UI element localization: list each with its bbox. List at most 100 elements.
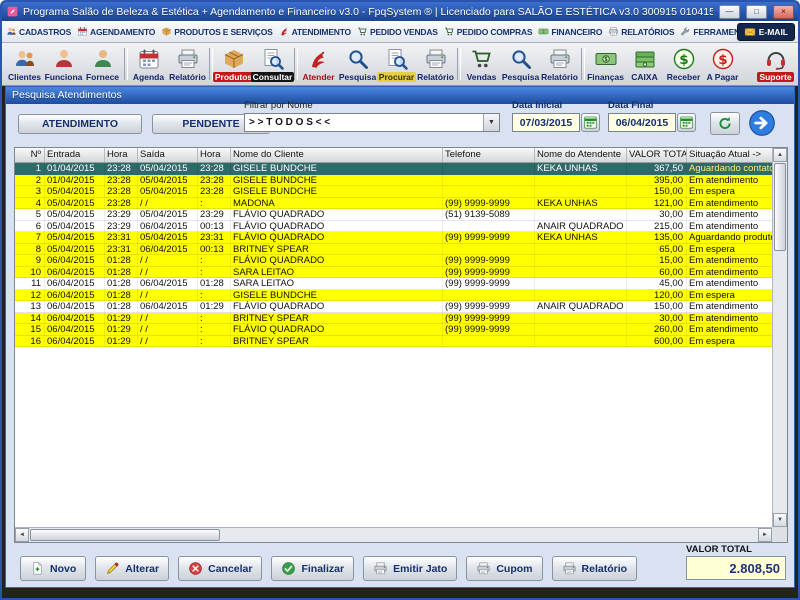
grid-row[interactable]: 1 01/04/2015 23:28 05/04/2015 23:28 GISE… [15, 163, 772, 175]
grid-row[interactable]: 4 05/04/2015 23:28 / / : MADONA (99) 999… [15, 198, 772, 210]
toolbar-button[interactable]: $ A Pagar [703, 44, 742, 84]
toolbar-button[interactable]: Vendas [462, 44, 501, 84]
toolbar-button[interactable]: Agenda [129, 44, 168, 84]
menu-item[interactable]: ATENDIMENTO [278, 25, 352, 38]
footer-button[interactable]: Cancelar [178, 556, 262, 581]
grid-row[interactable]: 10 06/04/2015 01:28 / / : SARA LEITAO (9… [15, 267, 772, 279]
menu-item[interactable]: RELATÓRIOS [607, 25, 675, 38]
toolbar-button-label: Pesquisa [337, 72, 378, 82]
cell-cliente: GISELE BUNDCHE [231, 175, 443, 187]
scroll-left-button[interactable] [15, 528, 29, 542]
toolbar-button-suporte[interactable]: Suporte [756, 44, 795, 84]
toolbar-button[interactable]: Fornece [83, 44, 122, 84]
search-go-button[interactable] [748, 109, 776, 137]
menu-item-email[interactable]: E-MAIL [737, 23, 795, 41]
menu-item[interactable]: PRODUTOS E SERVIÇOS [160, 25, 273, 38]
toolbar-button[interactable]: Finanças [586, 44, 625, 84]
column-header[interactable]: Hora [198, 148, 231, 162]
toolbar-button[interactable]: Relatório [168, 44, 207, 84]
footer-button[interactable]: Cupom [466, 556, 542, 581]
menu-item[interactable]: FINANCEIRO [537, 25, 603, 38]
toolbar-button[interactable]: Consultar [253, 44, 292, 84]
horizontal-scroll-thumb[interactable] [30, 529, 220, 541]
toolbar-button[interactable]: Pesquisa [501, 44, 540, 84]
toolbar-button-label: Fornece [84, 72, 121, 82]
scroll-up-button[interactable] [773, 148, 787, 162]
grid-row[interactable]: 7 05/04/2015 23:31 05/04/2015 23:31 FLÁV… [15, 232, 772, 244]
cell-saida: 05/04/2015 [138, 175, 198, 187]
toolbar-button[interactable]: Relatório [416, 44, 455, 84]
toolbar-button[interactable]: Relatório [540, 44, 579, 84]
menu-item[interactable]: FERRAMENTAS [679, 25, 736, 38]
column-header[interactable]: Nome do Atendente [535, 148, 627, 162]
toolbar-button-icon [137, 47, 161, 71]
cell-atendente [535, 267, 627, 279]
grid-row[interactable]: 11 06/04/2015 01:28 06/04/2015 01:28 SAR… [15, 278, 772, 290]
grid-row[interactable]: 3 05/04/2015 23:28 05/04/2015 23:28 GISE… [15, 186, 772, 198]
menu-item[interactable]: CADASTROS [5, 25, 72, 38]
toolbar-button[interactable]: Procurar [377, 44, 416, 84]
grid-row[interactable]: 14 06/04/2015 01:29 / / : BRITNEY SPEAR … [15, 313, 772, 325]
toolbar-button[interactable]: Produtos [214, 44, 253, 84]
cell-num: 4 [15, 198, 45, 210]
date-start-input[interactable]: 07/03/2015 [512, 113, 580, 132]
tab-buttons: ATENDIMENTO PENDENTE [18, 114, 270, 134]
menu-item[interactable]: PEDIDO VENDAS [356, 25, 439, 38]
email-label: E-MAIL [759, 27, 788, 37]
grid-row[interactable]: 8 05/04/2015 23:31 06/04/2015 00:13 BRIT… [15, 244, 772, 256]
grid-row[interactable]: 12 06/04/2015 01:28 / / : GISELE BUNDCHE… [15, 290, 772, 302]
column-header[interactable]: Nome do Cliente [231, 148, 443, 162]
close-button[interactable]: × [773, 5, 794, 19]
footer-button[interactable]: Emitir Jato [363, 556, 457, 581]
toolbar-button[interactable]: $ Receber [664, 44, 703, 84]
footer-button[interactable]: Novo [20, 556, 86, 581]
column-header[interactable]: Saída [138, 148, 198, 162]
scroll-right-button[interactable] [758, 528, 772, 542]
toolbar-button-icon [91, 47, 115, 71]
cell-cliente: FLÁVIO QUADRADO [231, 255, 443, 267]
grid-row[interactable]: 9 06/04/2015 01:28 / / : FLÁVIO QUADRADO… [15, 255, 772, 267]
cell-situacao: Em espera [687, 186, 772, 198]
grid-row[interactable]: 13 06/04/2015 01:28 06/04/2015 01:29 FLÁ… [15, 301, 772, 313]
toolbar-buttons: Clientes Funciona Fornece Agenda [5, 44, 742, 84]
toolbar-button[interactable]: Pesquisa [338, 44, 377, 84]
tab-button[interactable]: ATENDIMENTO [18, 114, 142, 134]
menu-item[interactable]: AGENDAMENTO [76, 25, 156, 38]
grid-row[interactable]: 15 06/04/2015 01:29 / / : FLÁVIO QUADRAD… [15, 324, 772, 336]
maximize-button[interactable]: □ [746, 5, 767, 19]
toolbar-button[interactable]: Clientes [5, 44, 44, 84]
toolbar-button-icon: $ [711, 47, 735, 71]
footer-button[interactable]: Finalizar [271, 556, 354, 581]
column-header[interactable]: Nº [15, 148, 45, 162]
grid-row[interactable]: 6 05/04/2015 23:29 06/04/2015 00:13 FLÁV… [15, 221, 772, 233]
column-header[interactable]: Entrada [45, 148, 105, 162]
grid-row[interactable]: 2 01/04/2015 23:28 05/04/2015 23:28 GISE… [15, 175, 772, 187]
minimize-button[interactable]: — [719, 5, 740, 19]
grid-row[interactable]: 5 05/04/2015 23:29 05/04/2015 23:29 FLÁV… [15, 209, 772, 221]
scroll-down-button[interactable] [773, 513, 787, 527]
refresh-button[interactable] [710, 112, 740, 135]
vertical-scroll-thumb[interactable] [774, 163, 786, 251]
grid-row[interactable]: 16 06/04/2015 01:29 / / : BRITNEY SPEAR … [15, 336, 772, 348]
horizontal-scrollbar[interactable] [15, 527, 772, 542]
cell-situacao: Em atendimento [687, 221, 772, 233]
footer-button[interactable]: Alterar [95, 556, 169, 581]
dropdown-arrow-icon[interactable] [483, 114, 499, 131]
toolbar-button[interactable]: Funciona [44, 44, 83, 84]
cell-cliente: BRITNEY SPEAR [231, 336, 443, 348]
cell-situacao: Em atendimento [687, 324, 772, 336]
cell-saida: 05/04/2015 [138, 163, 198, 175]
column-header[interactable]: Situação Atual -> [687, 148, 772, 162]
column-header[interactable]: Telefone [443, 148, 535, 162]
calendar-picker-icon[interactable] [677, 113, 696, 132]
vertical-scrollbar[interactable] [772, 148, 787, 527]
menu-item[interactable]: PEDIDO COMPRAS [443, 25, 534, 38]
toolbar-button[interactable]: Atender [299, 44, 338, 84]
footer-button[interactable]: Relatório [552, 556, 638, 581]
column-header[interactable]: Hora [105, 148, 138, 162]
date-end-input[interactable]: 06/04/2015 [608, 113, 676, 132]
toolbar-button[interactable]: CAIXA [625, 44, 664, 84]
calendar-picker-icon[interactable] [581, 113, 600, 132]
filter-combo[interactable]: > > T O D O S < < [244, 113, 500, 132]
column-header[interactable]: VALOR TOTAL [627, 148, 687, 162]
